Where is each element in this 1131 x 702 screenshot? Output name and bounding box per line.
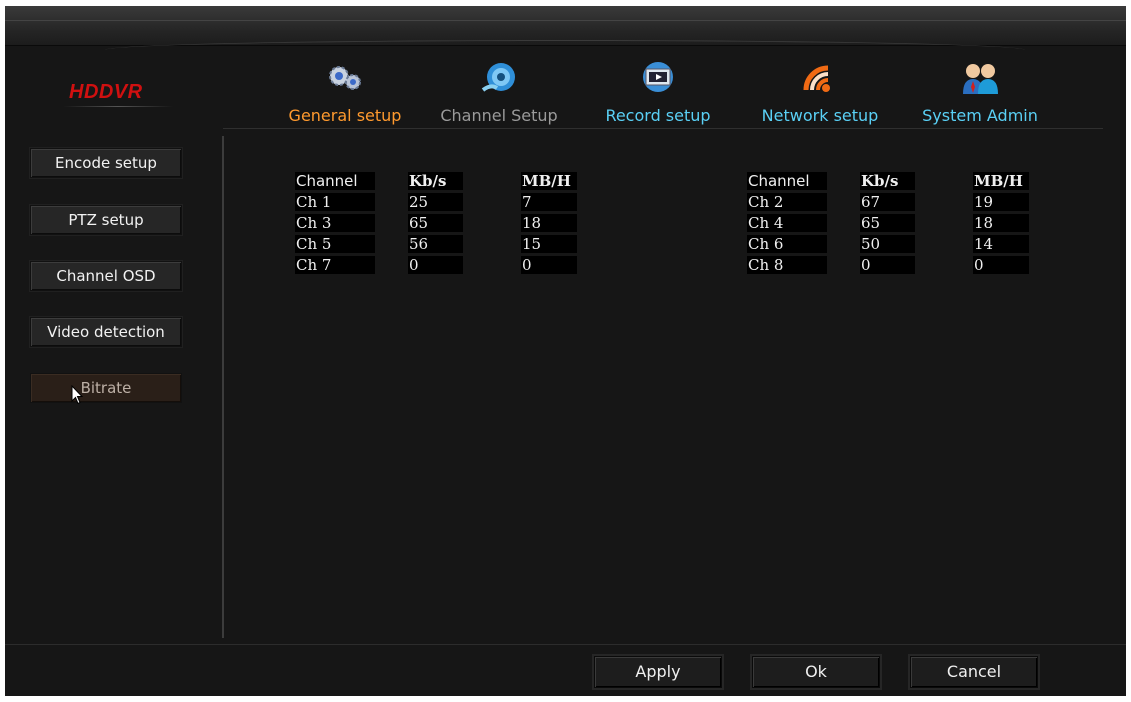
tab-record-setup[interactable]: Record setup (588, 60, 728, 125)
cell-channel: Ch 3 (295, 214, 375, 232)
tab-network-setup[interactable]: Network setup (745, 60, 895, 125)
header-divider (223, 128, 1103, 129)
cell-kbps: 0 (860, 256, 915, 274)
tab-channel-setup[interactable]: Channel Setup (429, 60, 569, 125)
column-header-channel: Channel (295, 172, 375, 190)
cell-mbh: 0 (973, 256, 1029, 274)
column-header-kbps: Kb/s (860, 172, 915, 190)
cell-channel: Ch 1 (295, 193, 375, 211)
gears-icon (329, 66, 361, 90)
sidebar-item-video-detection[interactable]: Video detection (30, 317, 182, 347)
ok-button[interactable]: Ok (752, 656, 880, 688)
dvr-window: HDDVR General setup Channel Setup Record… (5, 6, 1126, 696)
cell-kbps: 65 (860, 214, 915, 232)
cell-channel: Ch 4 (747, 214, 827, 232)
cell-kbps: 50 (860, 235, 915, 253)
tab-label: System Admin (922, 106, 1038, 125)
wifi-icon (803, 65, 830, 92)
tab-label: Channel Setup (440, 106, 558, 125)
cell-channel: Ch 7 (295, 256, 375, 274)
column-header-channel: Channel (747, 172, 827, 190)
sidebar-item-encode-setup[interactable]: Encode setup (30, 148, 182, 178)
cell-channel: Ch 6 (747, 235, 827, 253)
sidebar-item-channel-osd[interactable]: Channel OSD (30, 261, 182, 291)
tab-label: General setup (288, 106, 402, 125)
camera-icon (481, 63, 515, 92)
users-icon (963, 64, 998, 94)
cell-channel: Ch 2 (747, 193, 827, 211)
cancel-button[interactable]: Cancel (910, 656, 1038, 688)
cell-channel: Ch 5 (295, 235, 375, 253)
cell-mbh: 18 (521, 214, 577, 232)
film-icon (643, 62, 673, 92)
mouse-cursor-icon (71, 385, 83, 405)
cell-kbps: 0 (408, 256, 463, 274)
tab-system-admin[interactable]: System Admin (905, 60, 1055, 125)
cell-mbh: 18 (973, 214, 1029, 232)
column-header-mbh: MB/H (521, 172, 577, 190)
tab-label: Network setup (761, 106, 879, 125)
logo-underline (63, 106, 173, 107)
cell-mbh: 19 (973, 193, 1029, 211)
apply-button[interactable]: Apply (594, 656, 722, 688)
sidebar-item-ptz-setup[interactable]: PTZ setup (30, 205, 182, 235)
tab-general-setup[interactable]: General setup (275, 60, 415, 125)
tab-label: Record setup (605, 106, 711, 125)
footer-divider (5, 644, 1126, 645)
cell-mbh: 14 (973, 235, 1029, 253)
cell-kbps: 65 (408, 214, 463, 232)
cell-kbps: 25 (408, 193, 463, 211)
cell-kbps: 67 (860, 193, 915, 211)
logo: HDDVR (69, 81, 143, 103)
cell-mbh: 15 (521, 235, 577, 253)
cell-channel: Ch 8 (747, 256, 827, 274)
column-header-mbh: MB/H (973, 172, 1029, 190)
sidebar-divider (222, 136, 224, 638)
cell-mbh: 0 (521, 256, 577, 274)
cell-kbps: 56 (408, 235, 463, 253)
column-header-kbps: Kb/s (408, 172, 463, 190)
cell-mbh: 7 (521, 193, 577, 211)
sidebar-item-bitrate[interactable]: Bitrate (30, 373, 182, 403)
